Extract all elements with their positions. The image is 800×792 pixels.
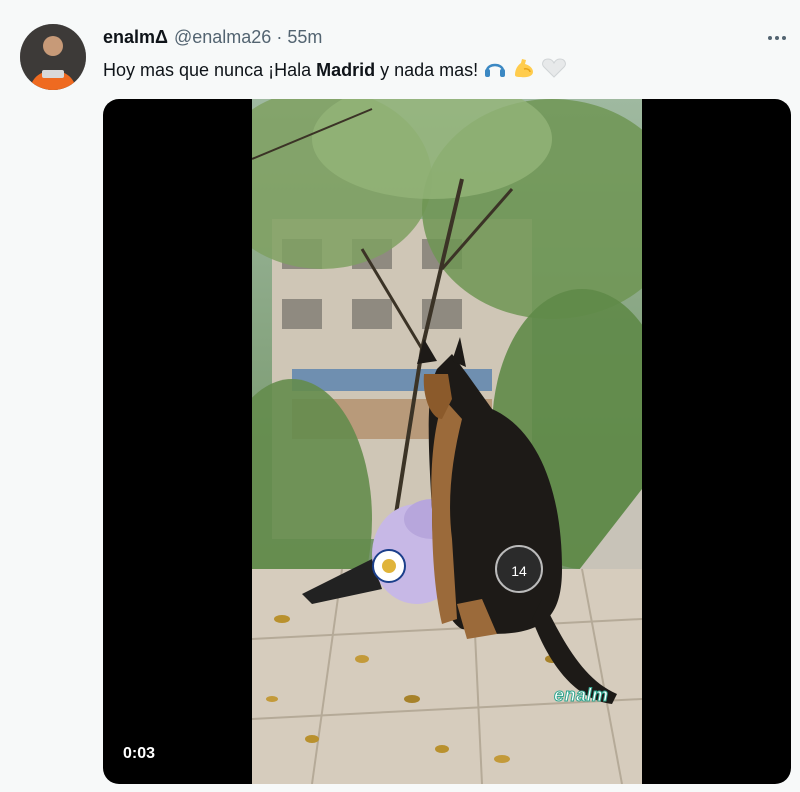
tweet-text-bold: Madrid [316,59,376,80]
user-handle[interactable]: @enalma26 [174,27,271,48]
tweet-text-part: Hoy mas que nunca ¡Hala [103,59,317,80]
tweet-header: enalmΔ @enalma26 · 55m [103,27,322,49]
more-options-icon[interactable] [762,26,792,50]
timestamp[interactable]: 55m [287,27,322,48]
headphones-emoji-icon [483,57,507,84]
dot [782,36,786,40]
tweet-text-part: y nada mas! [375,59,479,80]
white-heart-emoji-icon [541,57,567,84]
avatar[interactable] [20,24,86,90]
display-name[interactable]: enalmΔ [103,27,168,48]
separator-dot: · [276,27,283,47]
tweet-text: Hoy mas que nunca ¡Hala Madrid y nada ma… [103,57,567,83]
video-player[interactable]: 14 enalm 0:03 [103,99,791,784]
watermark-logo: enalm [554,685,609,706]
dot [775,36,779,40]
badge-number: 14 [511,563,527,579]
flexed-biceps-emoji-icon [512,57,536,84]
dot [768,36,772,40]
video-frame[interactable]: 14 [212,99,682,784]
video-duration: 0:03 [123,745,156,762]
tweet-card[interactable]: enalmΔ @enalma26 · 55m Hoy mas que nunca… [0,0,800,792]
